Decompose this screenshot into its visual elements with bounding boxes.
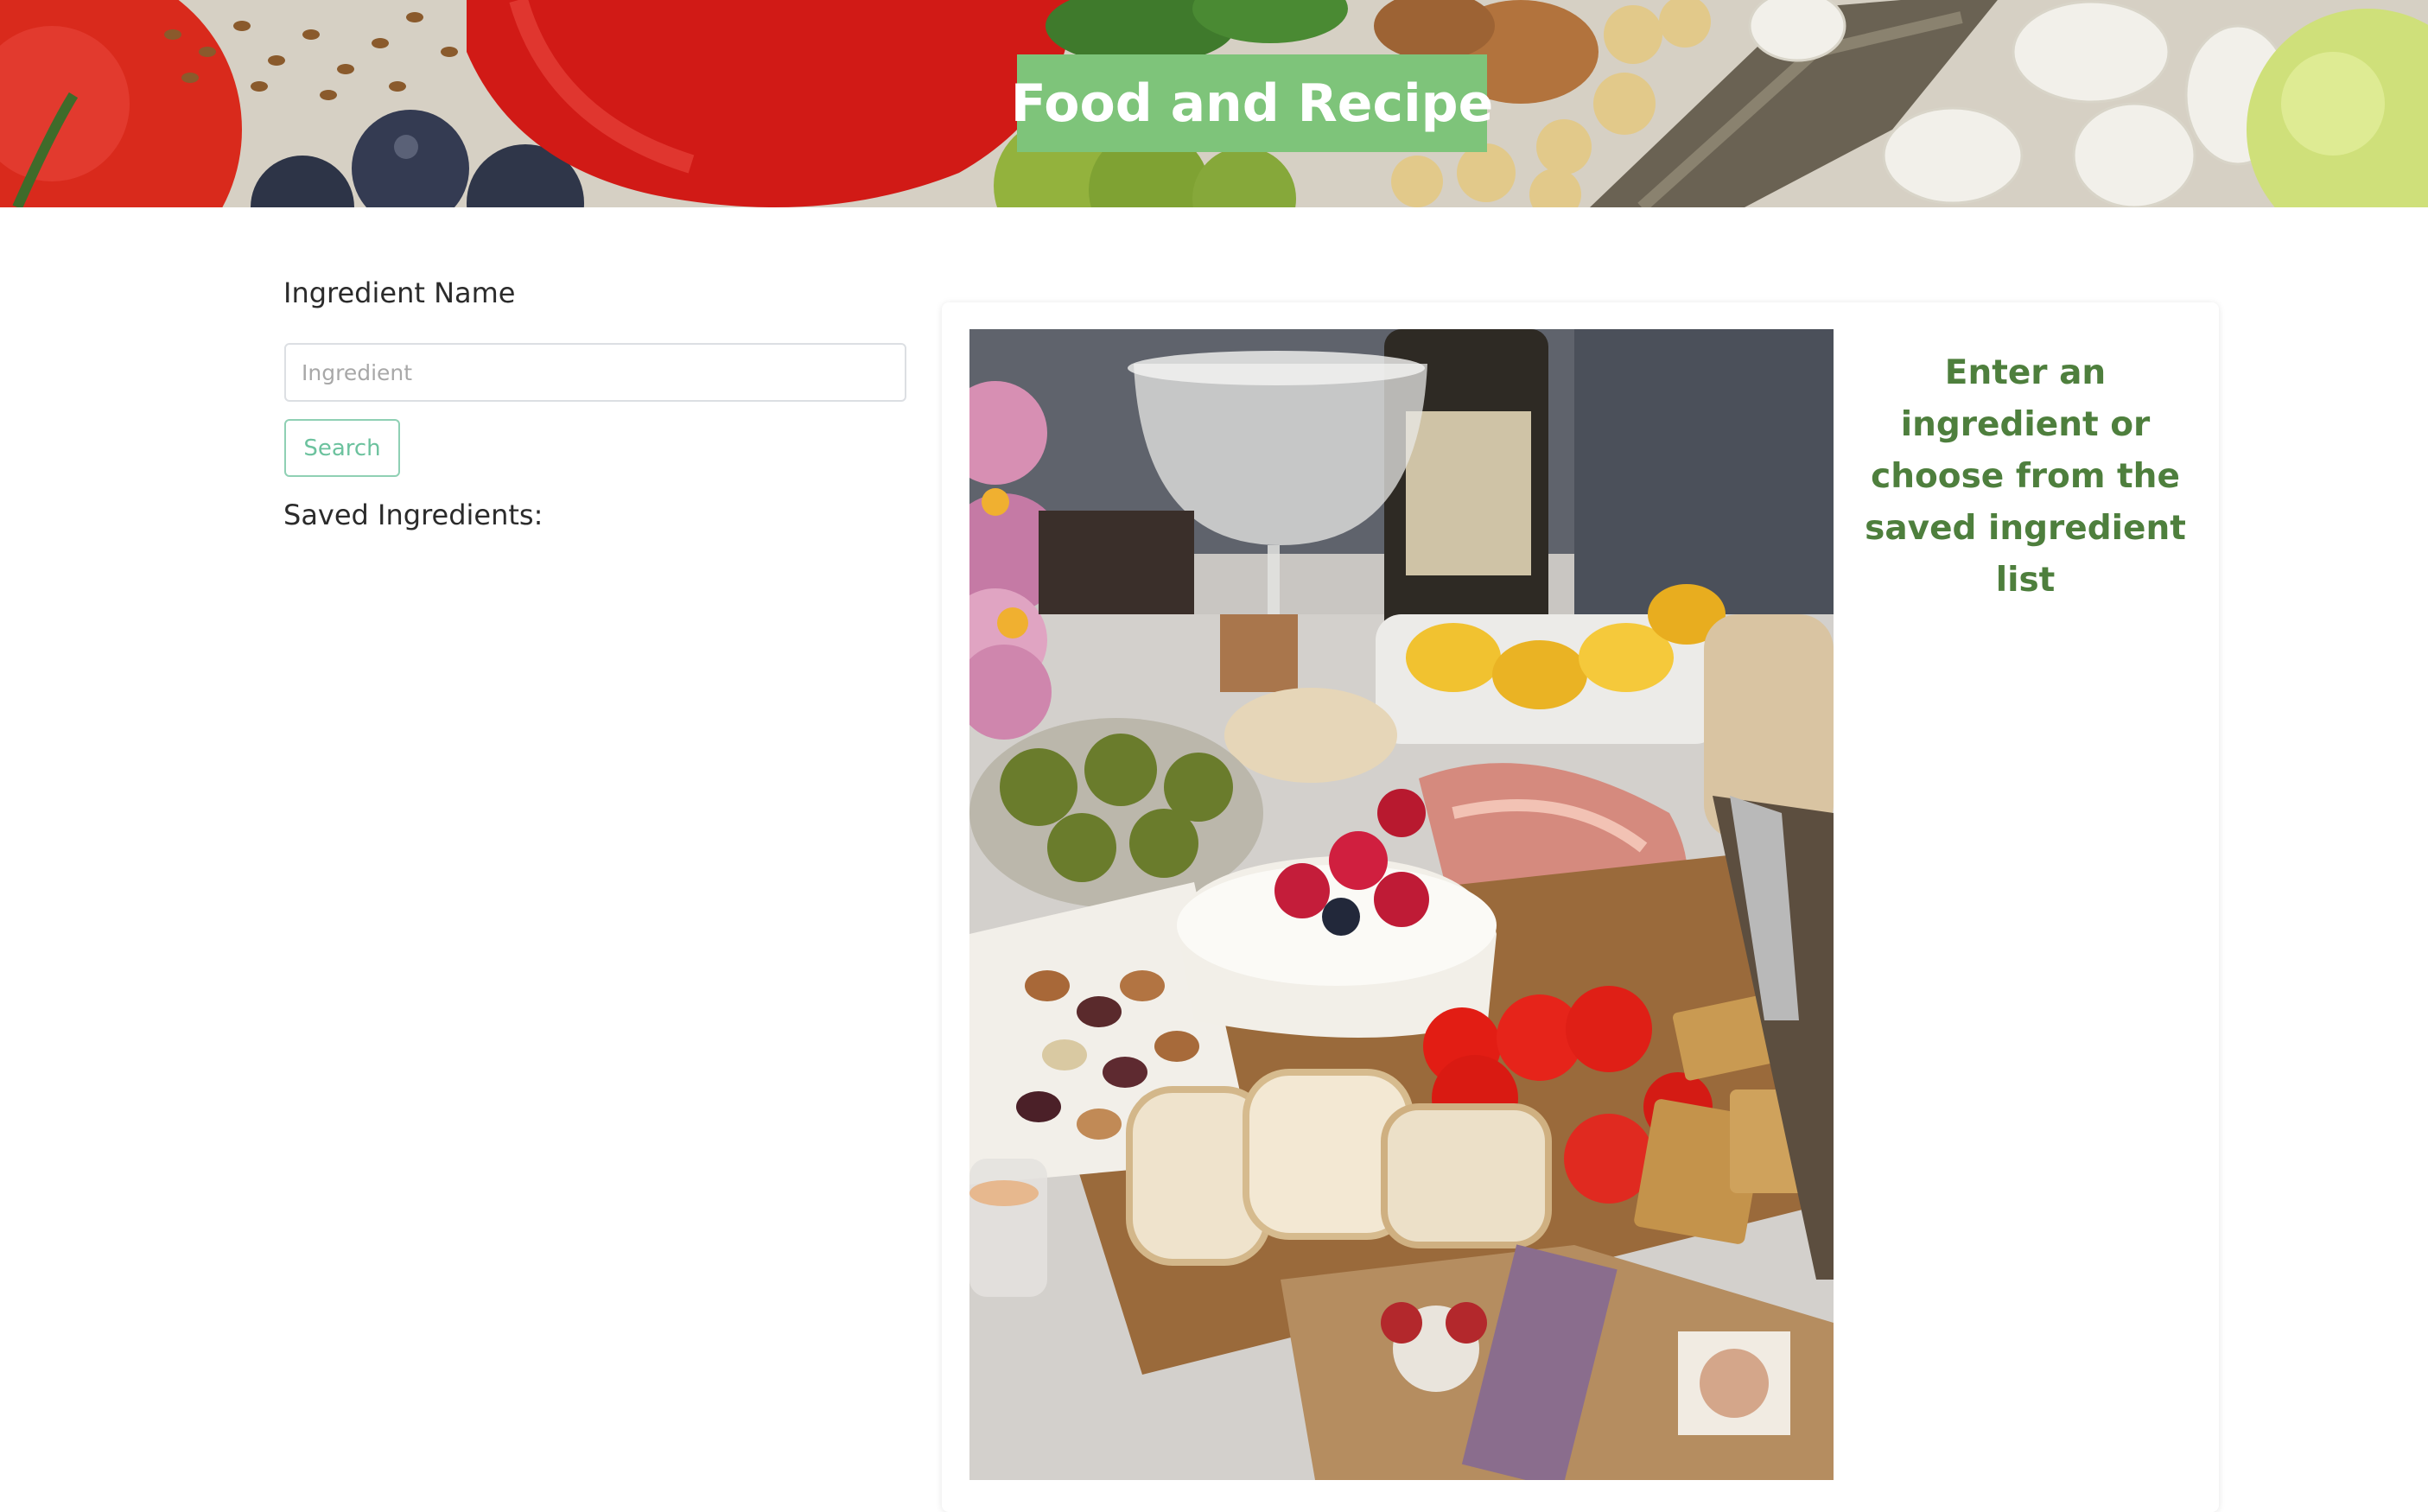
instruction-text: Enter an ingredient or choose from the s…: [1865, 353, 2186, 600]
site-title-box: Food and Recipe: [1011, 54, 1493, 152]
recipe-card: Enter an ingredient or choose from the s…: [942, 302, 2219, 1512]
saved-ingredients-label: Saved Ingredients:: [283, 499, 543, 531]
charcuterie-image: [969, 329, 1834, 1480]
search-button[interactable]: Search: [284, 419, 400, 477]
header-banner: Food and Recipe: [0, 0, 2428, 207]
site-title: Food and Recipe: [1010, 73, 1494, 134]
ingredient-name-label: Ingredient Name: [283, 276, 516, 309]
ingredient-input[interactable]: [284, 343, 906, 402]
charcuterie-photo: [969, 329, 1834, 1480]
